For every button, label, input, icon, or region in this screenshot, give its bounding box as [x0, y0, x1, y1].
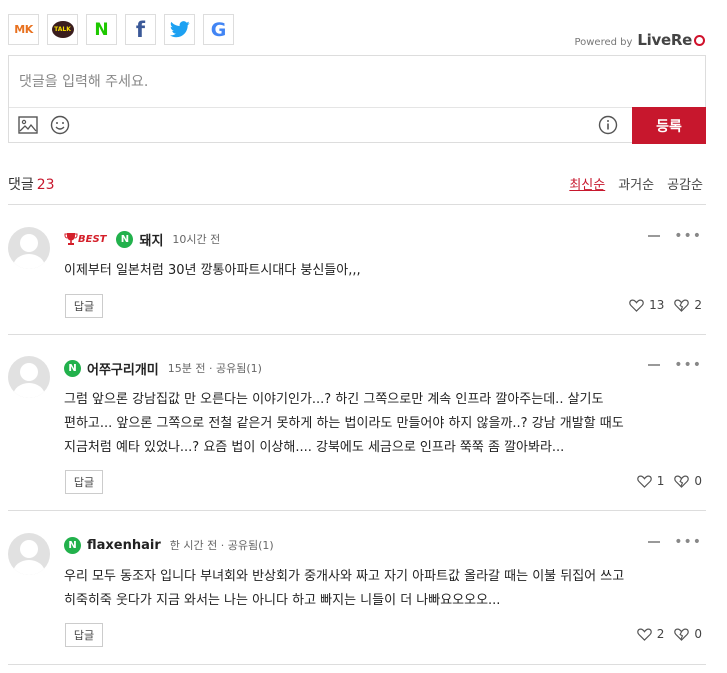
like-count: 1 — [656, 474, 665, 488]
comment-time: 한 시간 전 · 공유됨(1) — [169, 539, 274, 552]
broken-heart-icon — [674, 475, 690, 488]
reply-button[interactable]: 답글 — [65, 623, 103, 647]
comment-text: 이제부터 일본처럼 30년 깡통아파트시대다 붕신들아,,, — [64, 263, 361, 278]
naver-icon: N — [64, 359, 81, 377]
dislike-count: 0 — [694, 474, 702, 488]
collapse-icon[interactable] — [648, 364, 661, 366]
powered-by-livere[interactable]: Powered by LiveRe — [574, 31, 705, 49]
divider — [8, 204, 706, 205]
heart-icon — [636, 628, 652, 641]
heart-icon — [636, 475, 652, 488]
avatar[interactable] — [8, 356, 50, 398]
dislike-count: 2 — [694, 298, 702, 312]
editor-toolbar: 등록 — [9, 107, 706, 144]
powered-by-text: Powered by — [574, 37, 633, 48]
divider — [8, 334, 706, 335]
comment-input[interactable] — [9, 56, 705, 107]
comment-actions: ••• — [648, 229, 702, 243]
comment-actions: ••• — [648, 535, 702, 549]
naver-icon: N — [64, 536, 81, 554]
submit-button[interactable]: 등록 — [632, 107, 706, 144]
comment-actions: ••• — [648, 358, 702, 372]
comment-time: 10시간 전 — [172, 233, 221, 246]
comment-meta: N flaxenhair 한 시간 전 · 공유됨(1) — [64, 535, 274, 555]
comment-text: 그럼 앞으론 강남집값 만 오른다는 이야기인가...? 하긴 그쪽으로만 계속… — [64, 392, 624, 455]
comment-count-label: 댓글 — [8, 177, 34, 193]
comment-count: 23 — [36, 177, 55, 193]
sort-oldest[interactable]: 과거순 — [618, 174, 654, 193]
comment-time: 15분 전 · 공유됨(1) — [167, 362, 262, 375]
avatar[interactable] — [8, 533, 50, 575]
dislike-button[interactable]: 0 — [674, 627, 702, 641]
comment-author[interactable]: 돼지 — [139, 230, 163, 249]
sort-latest[interactable]: 최신순 — [569, 174, 605, 193]
like-count: 2 — [656, 627, 665, 641]
avatar[interactable] — [8, 227, 50, 269]
dislike-button[interactable]: 2 — [674, 298, 702, 312]
comment-editor: 등록 — [8, 55, 706, 144]
heart-icon — [629, 299, 644, 312]
divider — [8, 664, 706, 665]
collapse-icon[interactable] — [648, 235, 661, 237]
sort-options: 최신순 과거순 공감순 — [569, 174, 703, 193]
mk-icon: MK — [14, 23, 33, 36]
dislike-count: 0 — [694, 627, 702, 641]
vote-bar: 13 2 — [629, 298, 702, 312]
twitter-icon — [169, 21, 190, 38]
best-badge: BEST — [64, 232, 106, 246]
comment-author[interactable]: 어쭈구리개미 — [87, 359, 159, 378]
facebook-login-button[interactable]: f — [125, 14, 156, 45]
divider — [8, 510, 706, 511]
comment-item: BEST N 돼지 10시간 전 ••• 이제부터 일본처럼 30년 깡통아파트… — [8, 227, 706, 327]
like-button[interactable]: 13 — [629, 298, 664, 312]
info-icon[interactable] — [597, 114, 619, 136]
like-count: 13 — [649, 298, 665, 312]
trophy-icon — [64, 233, 78, 245]
image-icon[interactable] — [17, 114, 39, 136]
sort-likes[interactable]: 공감순 — [667, 174, 703, 193]
broken-heart-icon — [674, 628, 690, 641]
livere-logo: LiveRe — [637, 31, 705, 49]
google-icon: G — [210, 18, 227, 41]
more-options-icon[interactable]: ••• — [674, 535, 702, 549]
naver-icon: N — [116, 230, 134, 248]
broken-heart-icon — [674, 299, 690, 312]
naver-login-button[interactable]: N — [86, 14, 117, 45]
kakao-talk-icon: TALK — [51, 21, 74, 38]
comment-meta: N 어쭈구리개미 15분 전 · 공유됨(1) — [64, 358, 262, 378]
reply-button[interactable]: 답글 — [65, 294, 103, 318]
reply-button[interactable]: 답글 — [65, 470, 103, 494]
comment-count-bar: 댓글 23 최신순 과거순 공감순 — [8, 174, 706, 196]
vote-bar: 2 0 — [636, 627, 702, 641]
dislike-button[interactable]: 0 — [674, 474, 702, 488]
like-button[interactable]: 2 — [636, 627, 665, 641]
social-login-bar: MK TALK N f G — [8, 14, 234, 45]
best-label: BEST — [78, 233, 107, 245]
naver-icon: N — [94, 19, 109, 40]
comment-item: N flaxenhair 한 시간 전 · 공유됨(1) ••• 우리 모두 동… — [8, 533, 706, 658]
more-options-icon[interactable]: ••• — [674, 229, 702, 243]
like-button[interactable]: 1 — [636, 474, 665, 488]
comment-author[interactable]: flaxenhair — [87, 538, 161, 553]
facebook-icon: f — [135, 17, 146, 42]
smile-icon[interactable] — [49, 114, 71, 136]
google-login-button[interactable]: G — [203, 14, 234, 45]
vote-bar: 1 0 — [636, 474, 702, 488]
mk-login-button[interactable]: MK — [8, 14, 39, 45]
comment-text: 우리 모두 동조자 입니다 부녀회와 반상회가 중개사와 짜고 자기 아파트값 … — [64, 569, 625, 608]
comment-meta: BEST N 돼지 10시간 전 — [64, 229, 220, 249]
more-options-icon[interactable]: ••• — [674, 358, 702, 372]
collapse-icon[interactable] — [648, 541, 661, 543]
twitter-login-button[interactable] — [164, 14, 195, 45]
comment-item: N 어쭈구리개미 15분 전 · 공유됨(1) ••• 그럼 앞으론 강남집값 … — [8, 356, 706, 501]
kakao-login-button[interactable]: TALK — [47, 14, 78, 45]
